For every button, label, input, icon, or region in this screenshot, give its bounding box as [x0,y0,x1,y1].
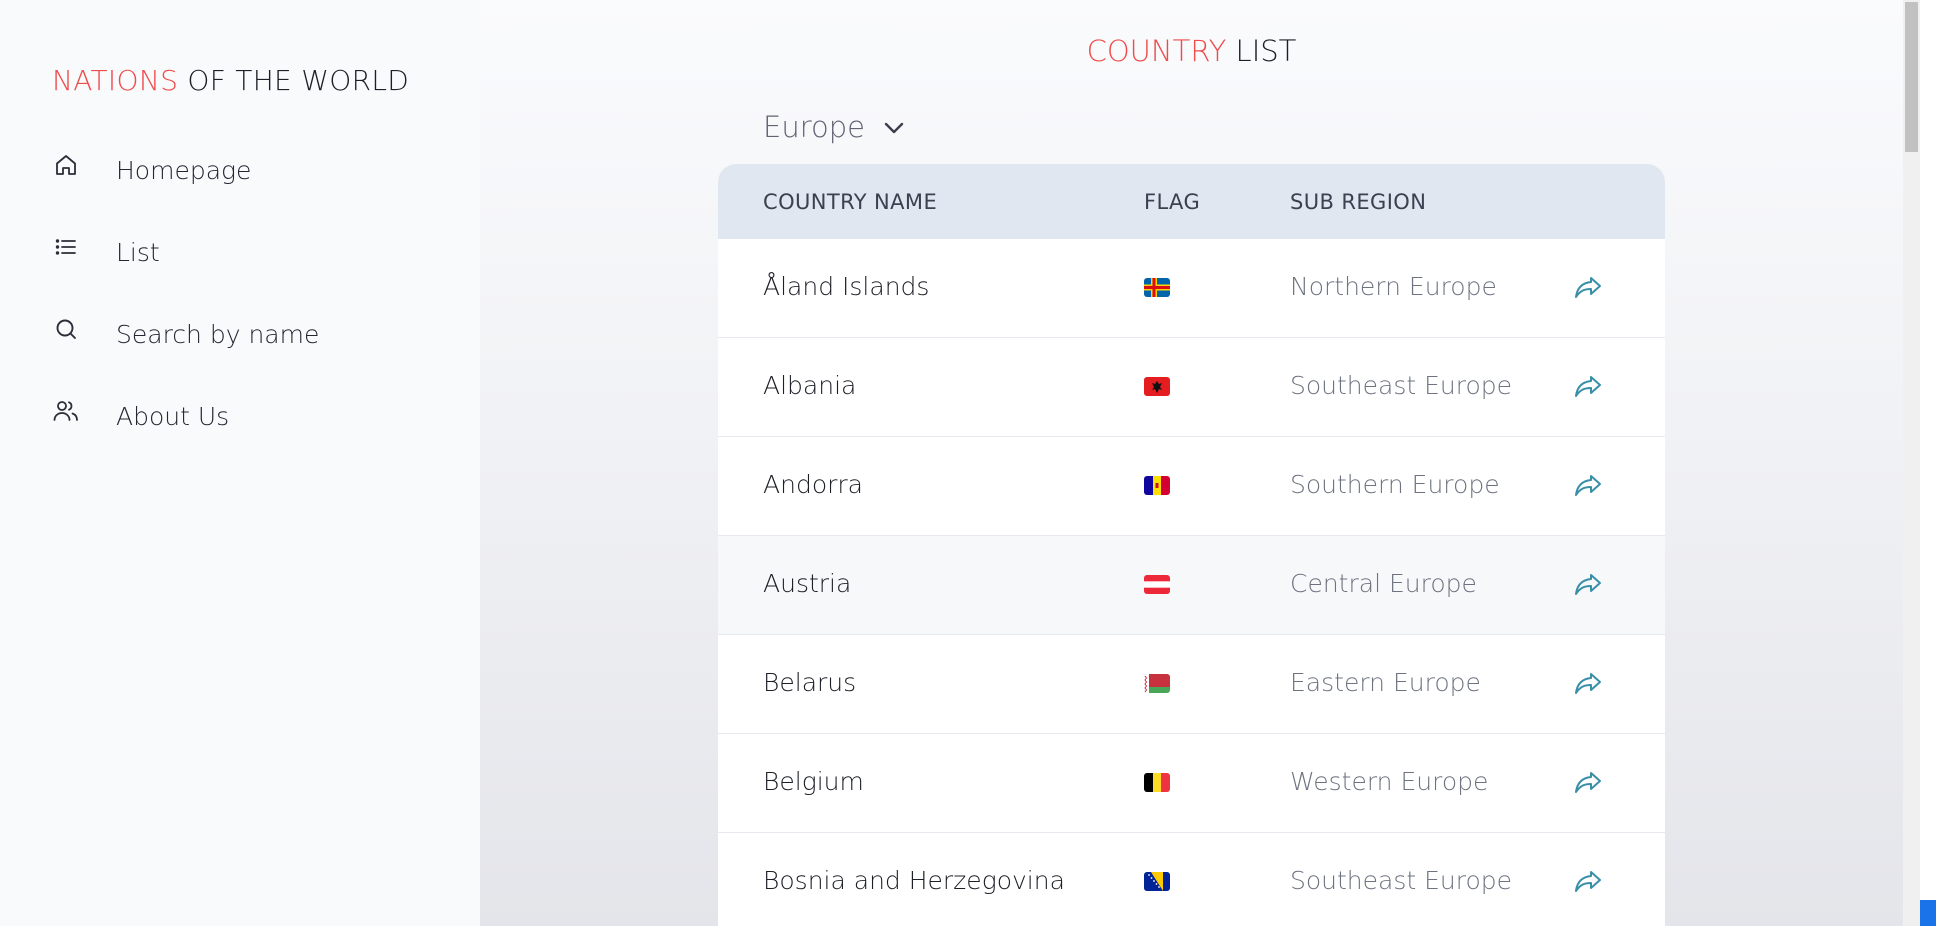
country-name: Åland Islands [763,272,930,301]
sub-region: Southeast Europe [1290,866,1513,895]
country-name: Bosnia and Herzegovina [763,866,1065,895]
sidebar-item-label: Homepage [116,155,252,185]
belgium-flag [1144,773,1170,792]
home-icon [52,151,80,179]
users-icon [52,397,80,425]
search-icon [52,315,80,343]
table-row[interactable]: Åland Islands Northern Europe [718,239,1665,338]
belarus-flag [1144,674,1170,693]
bosnia-flag [1144,872,1170,891]
table-row[interactable]: Albania Southeast Europe [718,338,1665,437]
sub-region: Southern Europe [1290,470,1500,499]
table-row[interactable]: Austria Central Europe [718,536,1665,635]
sidebar-item-list[interactable]: List [52,232,160,272]
scrollbar-thumb[interactable] [1905,2,1918,152]
taskbar-edge [1920,900,1936,926]
sub-region: Eastern Europe [1290,668,1481,697]
sidebar-item-label: About Us [116,401,230,431]
share-arrow-icon[interactable] [1573,372,1603,402]
country-name: Albania [763,371,857,400]
sidebar-item-homepage[interactable]: Homepage [52,150,251,190]
share-arrow-icon[interactable] [1573,570,1603,600]
page-title: COUNTRY LIST [480,34,1903,68]
column-header-sub-region: SUB REGION [1290,190,1427,214]
sub-region: Northern Europe [1290,272,1497,301]
country-name: Belgium [763,767,864,796]
chevron-down-icon [883,120,905,139]
vertical-scrollbar[interactable] [1903,0,1920,926]
table-row[interactable]: Bosnia and Herzegovina Southeast Europe [718,833,1665,926]
table-row[interactable]: Belarus Eastern Europe [718,635,1665,734]
andorra-flag [1144,476,1170,495]
brand-rest: OF THE WORLD [178,64,410,97]
aland-flag [1144,278,1170,297]
sidebar-item-about[interactable]: About Us [52,396,229,436]
sub-region: Central Europe [1290,569,1477,598]
austria-flag [1144,575,1170,594]
share-arrow-icon[interactable] [1573,768,1603,798]
sidebar-item-label: Search by name [116,319,320,349]
sub-region: Southeast Europe [1290,371,1513,400]
brand-logo[interactable]: NATIONS OF THE WORLD [52,64,409,97]
page-title-accent: COUNTRY [1086,34,1227,68]
region-select-value: Europe [763,110,865,144]
list-icon [52,233,80,261]
region-select[interactable]: Europe [763,110,905,144]
page-title-rest: LIST [1226,34,1297,68]
country-name: Andorra [763,470,863,499]
sidebar: NATIONS OF THE WORLD Homepage List Searc… [0,0,480,926]
table-row[interactable]: Belgium Western Europe [718,734,1665,833]
country-name: Austria [763,569,852,598]
brand-accent: NATIONS [52,64,179,97]
window-edge [1920,0,1936,926]
table-row[interactable]: Andorra Southern Europe [718,437,1665,536]
table-header: COUNTRY NAME FLAG SUB REGION [718,164,1665,239]
country-name: Belarus [763,668,857,697]
share-arrow-icon[interactable] [1573,867,1603,897]
column-header-flag: FLAG [1144,190,1201,214]
column-header-name: COUNTRY NAME [763,190,938,214]
country-table: COUNTRY NAME FLAG SUB REGION Åland Islan… [718,164,1665,926]
albania-flag [1144,377,1170,396]
sub-region: Western Europe [1290,767,1489,796]
sidebar-item-label: List [116,237,160,267]
sidebar-item-search[interactable]: Search by name [52,314,319,354]
main-content: COUNTRY LIST Europe COUNTRY NAME FLAG SU… [480,0,1903,926]
share-arrow-icon[interactable] [1573,471,1603,501]
share-arrow-icon[interactable] [1573,669,1603,699]
share-arrow-icon[interactable] [1573,273,1603,303]
